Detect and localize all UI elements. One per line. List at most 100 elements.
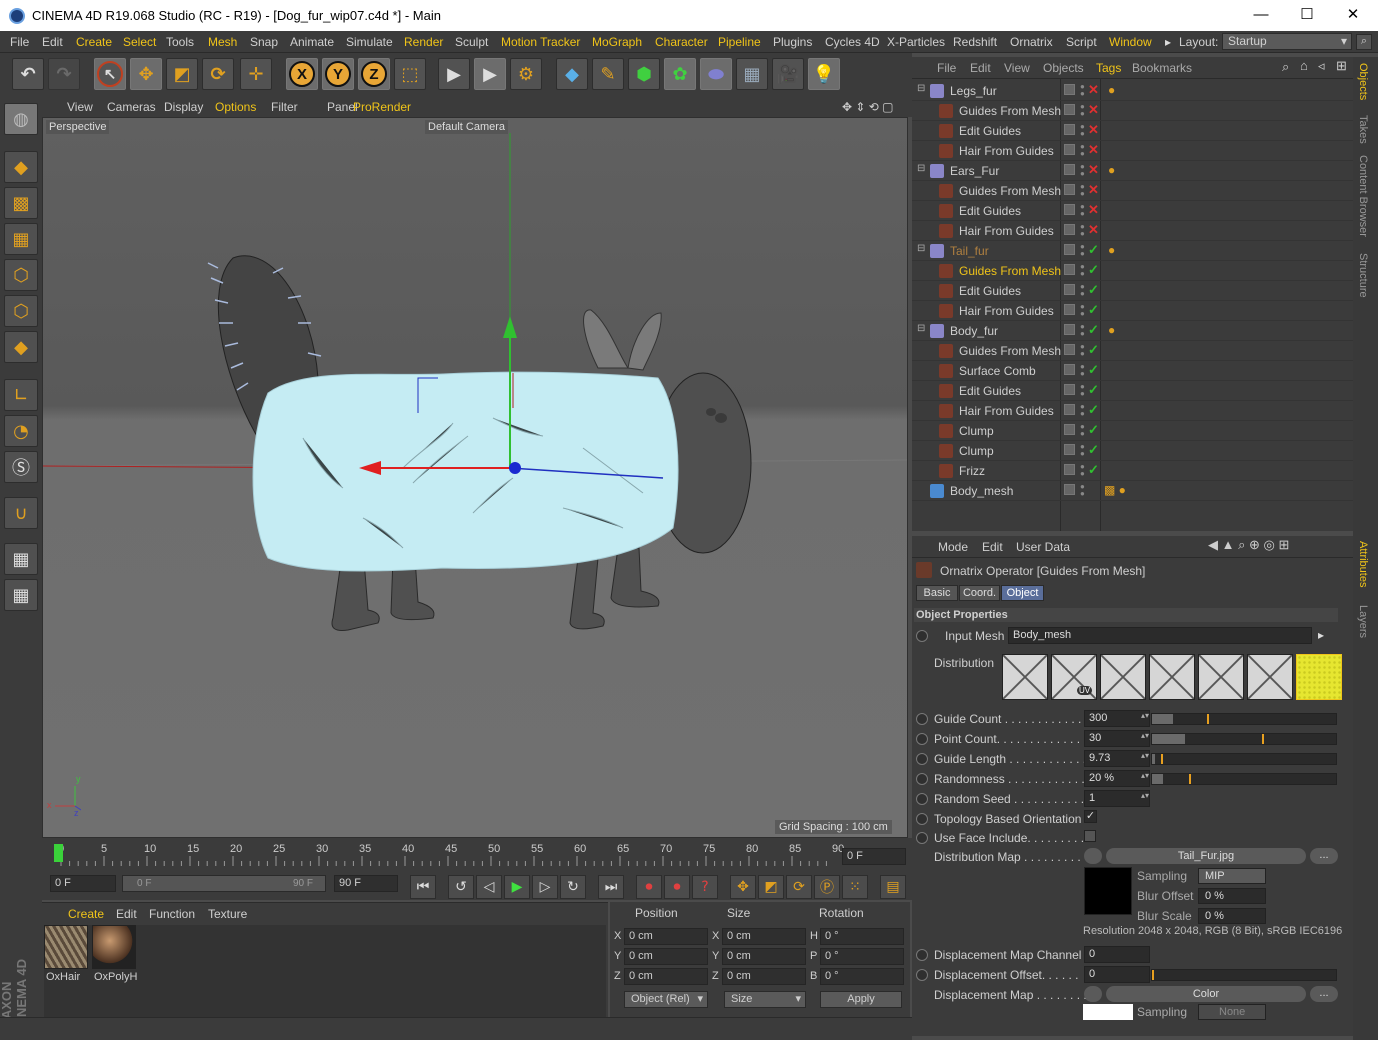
next-key-button[interactable]: ↻ bbox=[560, 875, 586, 899]
menu-create[interactable]: Create bbox=[76, 35, 112, 49]
param-slider[interactable] bbox=[1151, 753, 1337, 765]
enabled-check-icon[interactable]: ✓ bbox=[1088, 322, 1099, 338]
object-row[interactable]: Edit Guides ● ● ✕ bbox=[912, 201, 1353, 221]
menu-tools[interactable]: Tools bbox=[166, 35, 194, 49]
deformer-button[interactable]: ⬬ bbox=[700, 58, 732, 90]
rotation-field[interactable]: 0 ° bbox=[820, 948, 904, 965]
enabled-check-icon[interactable]: ✓ bbox=[1088, 302, 1099, 318]
render-toggle[interactable] bbox=[1064, 144, 1075, 155]
menu-file[interactable]: File bbox=[10, 35, 29, 49]
position-field[interactable]: 0 cm bbox=[624, 948, 708, 965]
menu-sculpt[interactable]: Sculpt bbox=[455, 35, 488, 49]
enabled-check-icon[interactable]: ✓ bbox=[1088, 262, 1099, 278]
viewport-menu-prorender[interactable]: ProRender bbox=[353, 100, 411, 114]
play-button[interactable]: ▶ bbox=[504, 875, 530, 899]
animate-toggle[interactable] bbox=[916, 753, 928, 765]
render-toggle[interactable] bbox=[1064, 104, 1075, 115]
visibility-dots[interactable]: ● ● bbox=[1080, 483, 1086, 499]
menu-character[interactable]: Character bbox=[655, 35, 708, 49]
material-menu-create[interactable]: Create bbox=[68, 907, 104, 921]
tab-layers[interactable]: Layers bbox=[1357, 605, 1369, 638]
material-menu-edit[interactable]: Edit bbox=[116, 907, 137, 921]
stepper-icon[interactable]: ▴▾ bbox=[1141, 791, 1149, 800]
visibility-dots[interactable]: ● ● bbox=[1080, 183, 1086, 199]
material-name[interactable]: OxPolyH bbox=[94, 971, 137, 983]
autokey-button[interactable]: ⏺ bbox=[664, 875, 690, 899]
texture-setting-field[interactable]: 0 % bbox=[1198, 888, 1266, 904]
current-frame-field[interactable]: 0 F bbox=[842, 848, 906, 865]
x-axis-lock-button[interactable]: X bbox=[286, 58, 318, 90]
menu-animate[interactable]: Animate bbox=[290, 35, 334, 49]
enabled-check-icon[interactable]: ✓ bbox=[1088, 382, 1099, 398]
rotation-field[interactable]: 0 ° bbox=[820, 968, 904, 985]
animate-toggle[interactable] bbox=[916, 949, 928, 961]
render-toggle[interactable] bbox=[1064, 264, 1075, 275]
object-row[interactable]: Edit Guides ● ● ✕ bbox=[912, 121, 1353, 141]
menu-script[interactable]: Script bbox=[1066, 35, 1097, 49]
menu-ornatrix[interactable]: Ornatrix bbox=[1010, 35, 1053, 49]
object-row[interactable]: ⊟ Legs_fur ● ● ✕ ● bbox=[912, 81, 1353, 101]
render-settings-button[interactable]: ⚙ bbox=[510, 58, 542, 90]
animate-toggle[interactable] bbox=[916, 713, 928, 725]
menu-motion-tracker[interactable]: Motion Tracker bbox=[501, 35, 580, 49]
timeline-ruler[interactable]: 051015202530354045505560657075808590 bbox=[54, 842, 844, 868]
viewport-menu-cameras[interactable]: Cameras bbox=[107, 100, 156, 114]
snap-button[interactable]: ∪ bbox=[4, 497, 38, 529]
object-row[interactable]: Guides From Mesh ● ● ✓ bbox=[912, 341, 1353, 361]
material-name[interactable]: OxHair bbox=[46, 971, 80, 983]
cloner-button[interactable]: ✿ bbox=[664, 58, 696, 90]
enabled-check-icon[interactable]: ✓ bbox=[1088, 282, 1099, 298]
render-toggle[interactable] bbox=[1064, 404, 1075, 415]
redo-button[interactable]: ↷ bbox=[48, 58, 80, 90]
viewport-navigation-icon[interactable]: ✥ ⇕ ⟲ ▢ bbox=[842, 100, 894, 114]
disabled-x-icon[interactable]: ✕ bbox=[1088, 102, 1099, 118]
workplane-button[interactable]: ▦ bbox=[4, 223, 38, 255]
viewport-menu-filter[interactable]: Filter bbox=[271, 100, 298, 114]
render-toggle[interactable] bbox=[1064, 224, 1075, 235]
timeline-window-button[interactable]: ▤ bbox=[880, 875, 906, 899]
menu-select[interactable]: Select bbox=[123, 35, 156, 49]
tab-structure[interactable]: Structure bbox=[1357, 253, 1369, 298]
coordinate-system-button[interactable]: ⬚ bbox=[394, 58, 426, 90]
y-axis-lock-button[interactable]: Y bbox=[322, 58, 354, 90]
visibility-dots[interactable]: ● ● bbox=[1080, 463, 1086, 479]
viewport-menu-view[interactable]: View bbox=[67, 100, 93, 114]
size-mode-dropdown[interactable]: Size ▾ bbox=[724, 991, 806, 1008]
more-button[interactable]: ... bbox=[1310, 848, 1338, 864]
object-row[interactable]: ⊟ Ears_Fur ● ● ✕ ● bbox=[912, 161, 1353, 181]
visibility-dots[interactable]: ● ● bbox=[1080, 163, 1086, 179]
planar-workplane-button[interactable]: ▦ bbox=[4, 579, 38, 611]
object-row[interactable]: Hair From Guides ● ● ✕ bbox=[912, 221, 1353, 241]
viewport-menu-options[interactable]: Options bbox=[215, 100, 256, 114]
rotation-field[interactable]: 0 ° bbox=[820, 928, 904, 945]
displacement-map-button[interactable]: Color bbox=[1106, 986, 1306, 1002]
animate-toggle[interactable] bbox=[916, 832, 928, 844]
distribution-face-center-button[interactable] bbox=[1247, 654, 1293, 700]
param-slider[interactable] bbox=[1151, 969, 1337, 981]
texture-setting-field[interactable]: MIP bbox=[1198, 868, 1266, 884]
next-frame-button[interactable]: ▷ bbox=[532, 875, 558, 899]
render-toggle[interactable] bbox=[1064, 184, 1075, 195]
record-parameter-button[interactable]: Ⓟ bbox=[814, 875, 840, 899]
cube-button[interactable]: ◆ bbox=[556, 58, 588, 90]
enabled-check-icon[interactable]: ✓ bbox=[1088, 462, 1099, 478]
tab-attributes[interactable]: Attributes bbox=[1357, 541, 1369, 587]
solo-button[interactable]: Ⓢ bbox=[4, 451, 38, 483]
render-toggle[interactable] bbox=[1064, 364, 1075, 375]
search-icon[interactable]: ⌕ bbox=[1356, 34, 1372, 50]
tag-icon[interactable]: ● bbox=[1108, 163, 1115, 177]
render-toggle[interactable] bbox=[1064, 444, 1075, 455]
disabled-x-icon[interactable]: ✕ bbox=[1088, 122, 1099, 138]
record-rotation-button[interactable]: ⟳ bbox=[786, 875, 812, 899]
undo-button[interactable]: ↶ bbox=[12, 58, 44, 90]
map-menu-button[interactable] bbox=[1084, 986, 1102, 1002]
object-row[interactable]: Hair From Guides ● ● ✓ bbox=[912, 401, 1353, 421]
render-toggle[interactable] bbox=[1064, 124, 1075, 135]
disabled-x-icon[interactable]: ✕ bbox=[1088, 202, 1099, 218]
render-toggle[interactable] bbox=[1064, 324, 1075, 335]
disabled-x-icon[interactable]: ✕ bbox=[1088, 82, 1099, 98]
material-menu-texture[interactable]: Texture bbox=[208, 907, 247, 921]
size-field[interactable]: 0 cm bbox=[722, 928, 806, 945]
menu-simulate[interactable]: Simulate bbox=[346, 35, 393, 49]
timeline[interactable]: 051015202530354045505560657075808590 0 F bbox=[42, 838, 912, 873]
